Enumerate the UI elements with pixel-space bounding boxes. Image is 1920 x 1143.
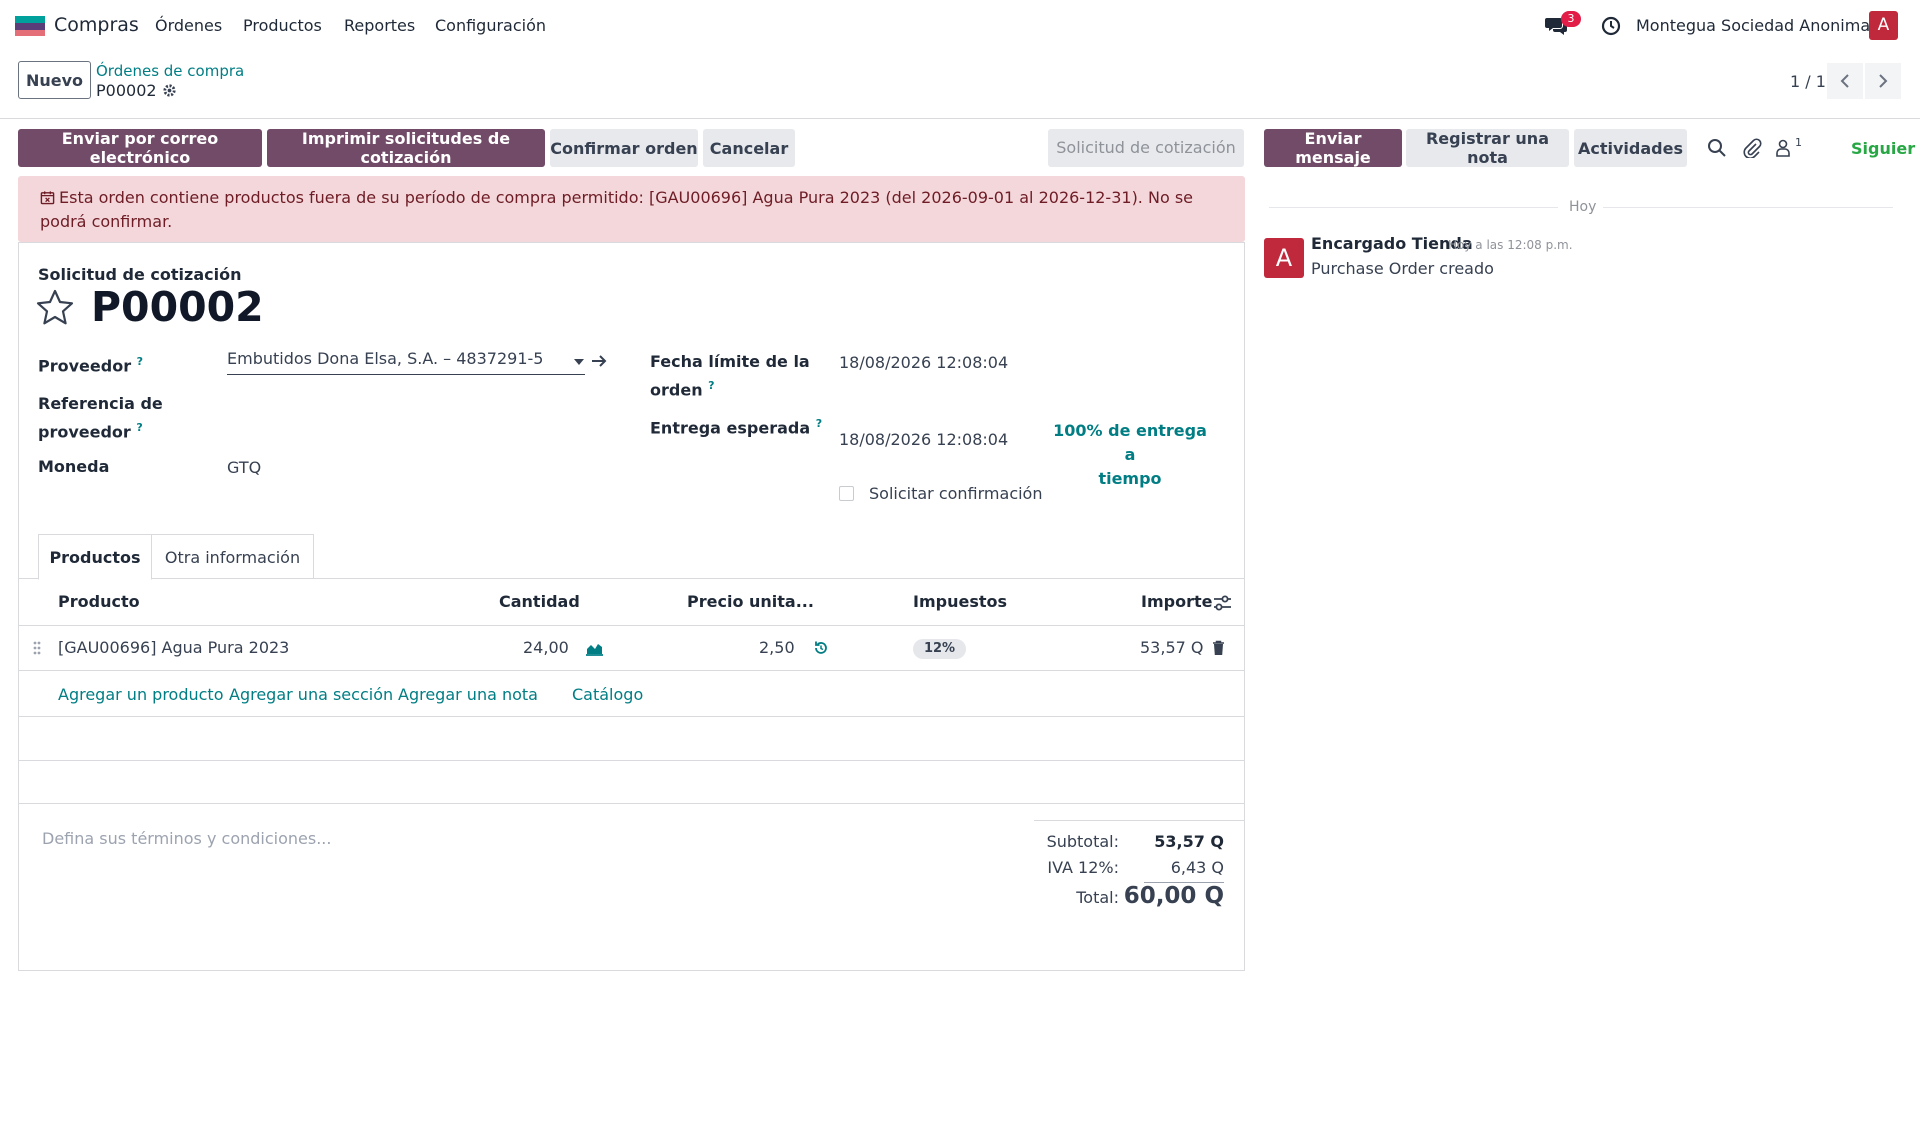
expected-arrival-value[interactable]: 18/08/2026 12:08:04 — [839, 430, 1008, 449]
cell-unit-price[interactable]: 2,50 — [759, 638, 795, 657]
terms-conditions-field[interactable]: Defina sus términos y condiciones... — [42, 829, 331, 848]
total-value: 60,00 Q — [1123, 883, 1224, 909]
star-icon[interactable] — [36, 289, 74, 325]
print-rfq-button[interactable]: Imprimir solicitudes de cotización — [267, 129, 545, 167]
arrow-right-icon[interactable] — [591, 354, 607, 368]
clock-icon[interactable] — [1601, 16, 1621, 36]
pager-previous-button[interactable] — [1827, 63, 1863, 99]
totals-top-divider — [1034, 820, 1244, 821]
date-divider-line — [1603, 207, 1893, 208]
drag-handle-icon[interactable] — [32, 640, 42, 656]
subtotal-value: 53,57 Q — [1154, 832, 1224, 851]
tab-products[interactable]: Productos — [38, 534, 152, 580]
tax-badge[interactable]: 12% — [913, 639, 966, 659]
trash-icon[interactable] — [1212, 640, 1225, 656]
tax-label: IVA 12%: — [1047, 858, 1119, 877]
currency-label: Moneda — [38, 457, 110, 476]
followers-count: 1 — [1795, 136, 1802, 149]
paperclip-icon[interactable] — [1742, 138, 1762, 158]
vendor-value: Embutidos Dona Elsa, S.A. – 4837291-5 — [227, 349, 544, 368]
ask-confirmation-checkbox[interactable] — [839, 486, 854, 501]
cell-product[interactable]: [GAU00696] Agua Pura 2023 — [58, 638, 289, 657]
gear-icon[interactable] — [162, 83, 177, 98]
breadcrumb-parent[interactable]: Órdenes de compra — [96, 62, 244, 80]
vendor-field[interactable]: Embutidos Dona Elsa, S.A. – 4837291-5 — [227, 349, 585, 375]
column-header-product[interactable]: Producto — [58, 592, 140, 611]
cell-quantity[interactable]: 24,00 — [523, 638, 569, 657]
message-time: Hoy a las 12:08 p.m. — [1448, 238, 1573, 252]
stage-rfq[interactable]: Solicitud de cotización — [1048, 129, 1244, 167]
subtotal-label: Subtotal: — [1046, 832, 1119, 851]
tax-value: 6,43 Q — [1170, 858, 1224, 877]
column-header-taxes[interactable]: Impuestos — [913, 592, 1007, 611]
pager-next-button[interactable] — [1865, 63, 1901, 99]
vendor-dropdown-icon[interactable] — [574, 359, 584, 365]
follow-button[interactable]: Siguier — [1851, 139, 1915, 158]
chat-count-badge: 3 — [1561, 11, 1581, 27]
expected-help-icon[interactable]: ? — [816, 417, 822, 430]
add-product-link[interactable]: Agregar un producto — [58, 685, 224, 704]
followers-icon[interactable] — [1773, 138, 1793, 158]
vendor-ref-help-icon[interactable]: ? — [136, 421, 142, 434]
vendor-reference-label: Referencia de proveedor ? — [38, 394, 163, 442]
menu-configuracion[interactable]: Configuración — [435, 16, 546, 35]
table-row-divider — [19, 760, 1244, 761]
cancel-button[interactable]: Cancelar — [703, 129, 795, 167]
pager-value[interactable]: 1 / 1 — [1790, 72, 1826, 91]
app-logo-icon[interactable] — [15, 16, 45, 36]
new-button[interactable]: Nuevo — [18, 61, 91, 99]
date-divider-line — [1269, 207, 1558, 208]
add-section-link[interactable]: Agregar una sección — [229, 685, 393, 704]
cell-amount: 53,57 Q — [1140, 638, 1204, 657]
optional-columns-icon[interactable] — [1213, 594, 1232, 612]
activities-button[interactable]: Actividades — [1574, 129, 1687, 167]
search-icon[interactable] — [1707, 138, 1727, 158]
top-navbar: Compras Órdenes Productos Reportes Confi… — [0, 0, 1920, 52]
expected-arrival-label: Entrega esperada ? — [650, 417, 823, 438]
vendor-label: Proveedor ? — [38, 355, 144, 376]
ask-confirmation-label: Solicitar confirmación — [869, 484, 1043, 503]
app-name[interactable]: Compras — [54, 14, 139, 36]
date-separator: Hoy — [1569, 199, 1597, 215]
menu-productos[interactable]: Productos — [243, 16, 322, 35]
currency-value[interactable]: GTQ — [227, 458, 261, 477]
alert-text: Esta orden contiene productos fuera de s… — [40, 188, 1193, 231]
deadline-help-icon[interactable]: ? — [708, 379, 714, 392]
send-message-button[interactable]: Enviar mensaje — [1264, 129, 1402, 167]
confirm-order-button[interactable]: Confirmar orden — [550, 129, 698, 167]
column-header-amount[interactable]: Importe — [1141, 592, 1212, 611]
order-reference-title: P00002 — [91, 283, 264, 331]
author-avatar[interactable]: A — [1264, 238, 1304, 278]
table-header-divider — [19, 625, 1244, 626]
order-deadline-value[interactable]: 18/08/2026 12:08:04 — [839, 353, 1008, 372]
column-header-quantity[interactable]: Cantidad — [499, 592, 580, 611]
document-type-label: Solicitud de cotización — [38, 265, 242, 284]
control-panel-divider — [0, 118, 1920, 119]
forecast-chart-icon[interactable] — [585, 640, 604, 656]
table-row-divider — [19, 803, 1244, 804]
order-deadline-label: Fecha límite de la orden ? — [650, 352, 810, 400]
breadcrumb-current: P00002 — [96, 81, 157, 100]
message-body: Purchase Order creado — [1311, 259, 1494, 278]
menu-reportes[interactable]: Reportes — [344, 16, 415, 35]
company-name[interactable]: Montegua Sociedad Anonima — [1636, 16, 1870, 35]
user-avatar[interactable]: A — [1869, 11, 1898, 40]
tab-other-info[interactable]: Otra información — [151, 534, 314, 579]
reset-price-icon[interactable] — [813, 640, 829, 656]
purchase-period-alert: Esta orden contiene productos fuera de s… — [18, 176, 1245, 242]
chevron-right-icon — [1879, 74, 1888, 88]
vendor-help-icon[interactable]: ? — [137, 355, 143, 368]
table-row-divider — [19, 670, 1244, 671]
tabs-divider — [19, 578, 1244, 579]
calendar-x-icon — [40, 191, 55, 205]
catalog-link[interactable]: Catálogo — [572, 685, 643, 704]
chevron-left-icon — [1840, 74, 1849, 88]
table-row-divider — [19, 716, 1244, 717]
column-header-unit-price[interactable]: Precio unita... — [687, 592, 814, 611]
send-email-button[interactable]: Enviar por correo electrónico — [18, 129, 262, 167]
add-note-link[interactable]: Agregar una nota — [398, 685, 538, 704]
log-note-button[interactable]: Registrar una nota — [1406, 129, 1569, 167]
on-time-delivery-rate: 100% de entrega a tiempo — [1053, 421, 1207, 488]
menu-ordenes[interactable]: Órdenes — [155, 16, 222, 35]
